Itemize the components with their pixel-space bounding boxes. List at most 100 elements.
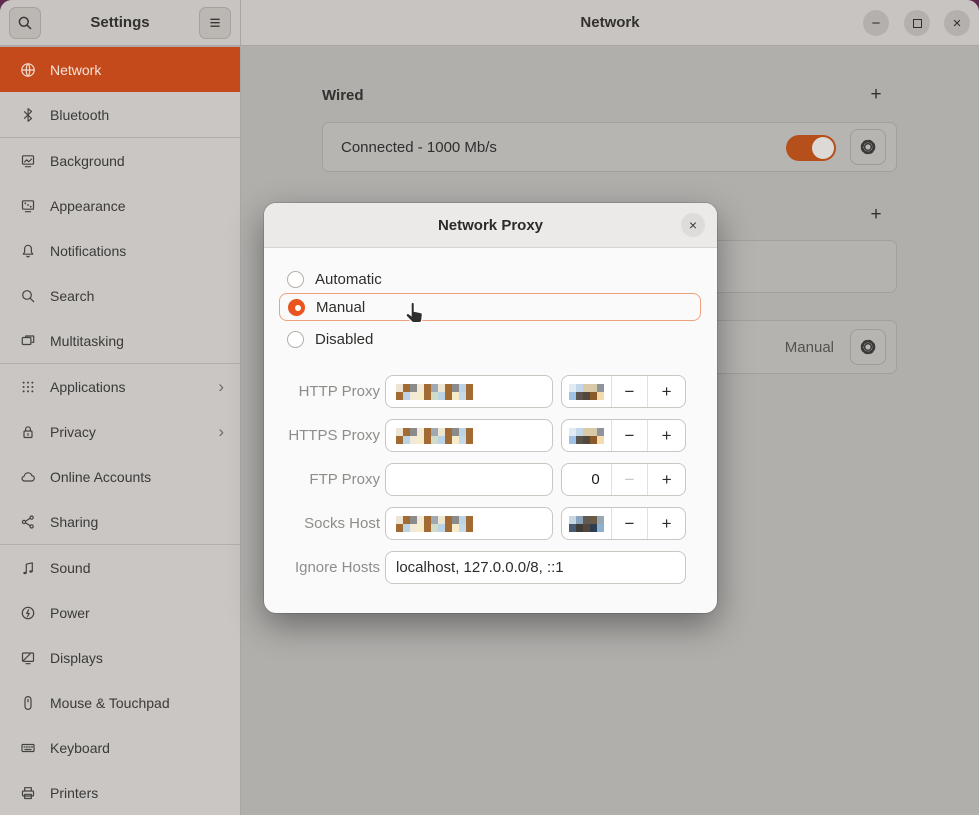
gear-icon (859, 338, 877, 356)
ftp-port-decrement-button[interactable]: − (612, 464, 649, 495)
sidebar-item-mouse-touchpad[interactable]: Mouse & Touchpad (0, 680, 240, 725)
sidebar-item-label: Power (50, 605, 90, 621)
wired-status: Connected - 1000 Mb/s (341, 123, 497, 171)
display-icon (20, 650, 36, 666)
http-proxy-input[interactable] (385, 375, 553, 408)
sidebar-item-label: Applications (50, 379, 126, 395)
menu-button[interactable]: ≡ (199, 7, 231, 39)
sidebar-item-multitasking[interactable]: Multitasking (0, 318, 240, 363)
plus-icon: + (662, 514, 672, 534)
close-icon: × (953, 15, 962, 32)
sidebar-item-label: Privacy (50, 424, 96, 440)
radio-manual[interactable]: Manual (279, 293, 701, 321)
dialog-close-button[interactable]: × (681, 213, 705, 237)
cloud-icon (20, 469, 36, 485)
printer-icon (20, 785, 36, 801)
minus-icon: − (624, 382, 634, 402)
socks-port-value (562, 508, 612, 539)
sidebar-item-applications[interactable]: Applications › (0, 364, 240, 409)
sidebar-item-label: Bluetooth (50, 107, 109, 123)
ftp-port-increment-button[interactable]: + (648, 464, 685, 495)
ftp-proxy-input[interactable] (385, 463, 553, 496)
sidebar-item-label: Mouse & Touchpad (50, 695, 170, 711)
sidebar-item-online-accounts[interactable]: Online Accounts (0, 454, 240, 499)
sidebar-item-notifications[interactable]: Notifications (0, 228, 240, 273)
sidebar-item-bluetooth[interactable]: Bluetooth (0, 92, 240, 137)
https-proxy-input[interactable] (385, 419, 553, 452)
menu-icon: ≡ (209, 14, 220, 33)
radio-disabled[interactable]: Disabled (279, 325, 701, 353)
socks-host-input[interactable] (385, 507, 553, 540)
sidebar-item-label: Keyboard (50, 740, 110, 756)
sidebar-item-background[interactable]: Background (0, 138, 240, 183)
sidebar-item-label: Notifications (50, 243, 126, 259)
plus-icon: + (870, 84, 881, 106)
sidebar-item-appearance[interactable]: Appearance (0, 183, 240, 228)
maximize-icon (913, 19, 922, 28)
wired-section-title: Wired (322, 87, 364, 104)
sidebar-item-label: Search (50, 288, 94, 304)
sidebar-item-sound[interactable]: Sound (0, 545, 240, 590)
sidebar-item-privacy[interactable]: Privacy › (0, 409, 240, 454)
http-port-increment-button[interactable]: + (648, 376, 685, 407)
socks-host-row: Socks Host − + (264, 507, 717, 540)
sidebar-item-power[interactable]: Power (0, 590, 240, 635)
minus-icon: − (625, 470, 635, 490)
radio-label: Manual (316, 299, 365, 316)
radio-icon (287, 271, 304, 288)
http-proxy-label: HTTP Proxy (264, 375, 380, 408)
sidebar: Network Bluetooth Background Appearance … (0, 47, 241, 815)
https-proxy-label: HTTPS Proxy (264, 419, 380, 452)
minus-icon: − (624, 426, 634, 446)
redacted-host-value (396, 516, 473, 532)
add-wired-button[interactable]: + (862, 81, 890, 109)
sidebar-item-label: Multitasking (50, 333, 124, 349)
gear-icon (859, 138, 877, 156)
http-proxy-row: HTTP Proxy − + (264, 375, 717, 408)
redacted-port-value (569, 516, 604, 532)
settings-window: Settings ≡ Network − × Network Bluetooth… (0, 0, 979, 815)
minimize-button[interactable]: − (863, 10, 889, 36)
sidebar-item-label: Network (50, 62, 101, 78)
ftp-port-value: 0 (562, 464, 612, 495)
proxy-mode-value: Manual (785, 321, 834, 373)
radio-icon (287, 331, 304, 348)
wired-settings-button[interactable] (850, 129, 886, 165)
sidebar-item-sharing[interactable]: Sharing (0, 499, 240, 544)
socks-port-decrement-button[interactable]: − (612, 508, 649, 539)
maximize-button[interactable] (904, 10, 930, 36)
http-port-spinbutton[interactable]: − + (561, 375, 686, 408)
chevron-right-icon: › (218, 377, 224, 397)
http-port-decrement-button[interactable]: − (612, 376, 649, 407)
radio-automatic[interactable]: Automatic (279, 265, 701, 293)
ftp-port-spinbutton[interactable]: 0 − + (561, 463, 686, 496)
wired-toggle[interactable] (786, 135, 836, 161)
sidebar-item-displays[interactable]: Displays (0, 635, 240, 680)
close-button[interactable]: × (944, 10, 970, 36)
app-grid-icon (20, 379, 36, 395)
bluetooth-icon (20, 107, 36, 123)
https-port-decrement-button[interactable]: − (612, 420, 649, 451)
sidebar-item-network[interactable]: Network (0, 47, 240, 92)
sidebar-item-keyboard[interactable]: Keyboard (0, 725, 240, 770)
bell-icon (20, 243, 36, 259)
windows-icon (20, 333, 36, 349)
http-port-value (562, 376, 612, 407)
proxy-settings-button[interactable] (850, 329, 886, 365)
https-port-spinbutton[interactable]: − + (561, 419, 686, 452)
socks-port-increment-button[interactable]: + (648, 508, 685, 539)
sidebar-item-search[interactable]: Search (0, 273, 240, 318)
socks-port-spinbutton[interactable]: − + (561, 507, 686, 540)
socks-host-label: Socks Host (264, 507, 380, 540)
minimize-icon: − (872, 15, 881, 32)
globe-icon (20, 62, 36, 78)
sidebar-item-label: Printers (50, 785, 98, 801)
sidebar-item-printers[interactable]: Printers (0, 770, 240, 815)
dialog-header: Network Proxy × (264, 203, 717, 248)
ignore-hosts-input[interactable] (385, 551, 686, 584)
https-port-increment-button[interactable]: + (648, 420, 685, 451)
add-vpn-button[interactable]: + (862, 201, 890, 229)
background-icon (20, 153, 36, 169)
sidebar-item-label: Sound (50, 560, 90, 576)
magnifier-icon (20, 288, 36, 304)
